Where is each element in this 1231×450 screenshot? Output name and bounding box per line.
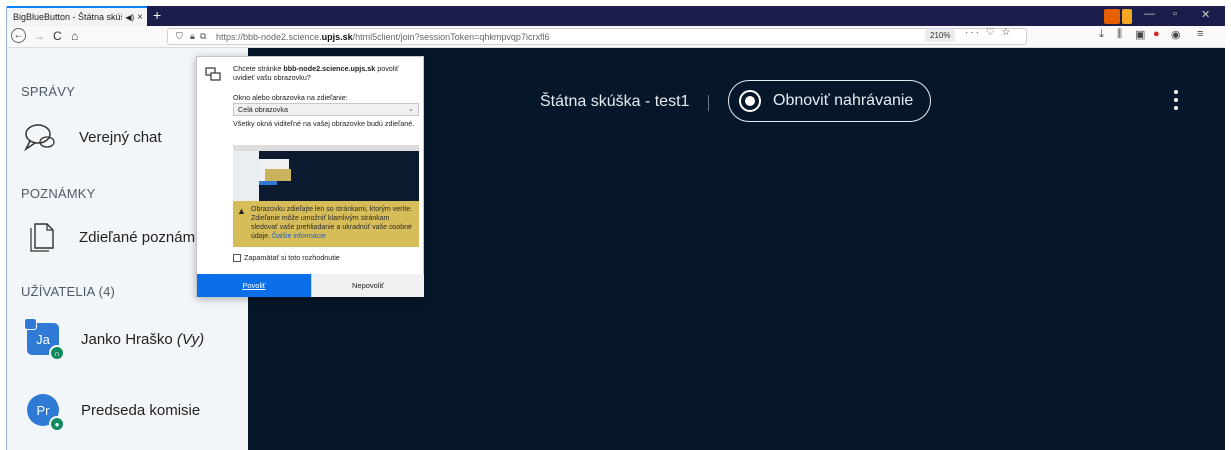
browser-window: BigBlueButton - Štátna skúška ◀) × + — ▫…: [6, 6, 1225, 450]
screen-preview: [233, 145, 419, 201]
back-icon[interactable]: ←: [11, 28, 26, 43]
home-icon[interactable]: ⌂: [71, 28, 78, 44]
screen-share-icon: [205, 67, 221, 81]
minimize-icon[interactable]: —: [1144, 8, 1155, 20]
shared-notes-label: Zdieľané poznámky: [79, 228, 211, 246]
permission-question: Chcete stránke bbb-node2.science.upjs.sk…: [233, 64, 399, 82]
sidebar-icon[interactable]: ▣: [1135, 28, 1145, 41]
url-domain: upjs.sk: [321, 31, 353, 42]
lock-icon[interactable]: 🔒︎: [190, 31, 195, 42]
new-tab-button[interactable]: +: [153, 7, 161, 23]
close-icon[interactable]: ×: [137, 12, 147, 23]
share-source-label: Okno alebo obrazovka na zdieľanie:: [233, 93, 348, 102]
share-source-value: Celá obrazovka: [238, 105, 288, 114]
library-icon[interactable]: ⫼: [1117, 28, 1122, 41]
record-icon: [739, 90, 761, 112]
user-name: Janko Hraško (Vy): [81, 330, 205, 348]
public-chat-item[interactable]: Verejný chat: [21, 122, 162, 152]
presenter-icon: [24, 318, 37, 330]
browser-tab[interactable]: BigBlueButton - Štátna skúška ◀) ×: [7, 6, 147, 26]
tab-title: BigBlueButton - Štátna skúška: [13, 12, 122, 22]
reload-icon[interactable]: C: [53, 28, 62, 44]
remember-label: Zapamätať si toto rozhodnutie: [244, 253, 340, 262]
record-button[interactable]: Obnoviť nahrávanie: [728, 80, 931, 122]
screen-share-permission-popup: Chcete stránke bbb-node2.science.upjs.sk…: [196, 56, 424, 297]
menu-icon[interactable]: ≡: [1197, 28, 1203, 40]
url-bar[interactable]: ⛉ 🔒︎ ⧉ https://bbb-node2.science. upjs.sk…: [167, 28, 1027, 45]
user-self-label: (Vy): [176, 330, 205, 348]
speaker-icon[interactable]: ◀): [125, 13, 134, 22]
nav-bar: ← → C ⌂ ⛉ 🔒︎ ⧉ https://bbb-node2.science…: [7, 26, 1225, 48]
learn-more-link[interactable]: Ďalšie informácie: [272, 233, 326, 240]
remember-checkbox[interactable]: [233, 253, 241, 262]
remember-decision[interactable]: Zapamätať si toto rozhodnutie: [233, 253, 340, 262]
warning-icon: ▲: [237, 206, 246, 216]
notes-icon: [30, 223, 54, 252]
url-suffix: /html5client/join?sessionToken=qhkmpvqp7…: [352, 31, 550, 42]
adblock-icon[interactable]: ●: [1153, 28, 1160, 40]
public-chat-label: Verejný chat: [79, 128, 162, 146]
microphone-icon: ●: [49, 416, 65, 432]
meeting-title: Štátna skúška - test1: [540, 93, 690, 110]
headphones-icon: ∩: [49, 345, 65, 361]
deny-button[interactable]: Nepovoliť: [311, 274, 424, 297]
url-prefix: https://bbb-node2.science.: [216, 31, 322, 42]
avatar-initials: Pr: [36, 402, 50, 418]
zoom-indicator[interactable]: 210%: [925, 29, 956, 42]
shared-notes-item[interactable]: Zdieľané poznámky: [21, 222, 210, 252]
maximize-icon[interactable]: ▫: [1173, 8, 1177, 20]
forward-icon[interactable]: →: [33, 28, 45, 44]
warning-box: ▲ Obrazovku zdieľajte len so stránkami, …: [233, 201, 419, 247]
user-item[interactable]: Pr ● Predseda komisie: [27, 394, 201, 432]
messages-title: SPRÁVY: [21, 84, 75, 99]
options-menu-icon[interactable]: [1173, 90, 1179, 110]
tracking-shield-icon[interactable]: ⛉: [176, 31, 183, 42]
extension-icon[interactable]: [1122, 9, 1132, 24]
account-icon[interactable]: ◉: [1171, 28, 1181, 41]
avatar-initials: Ja: [36, 331, 50, 347]
users-title: UŽÍVATELIA (4): [21, 284, 116, 299]
chevron-down-icon: ⌄: [408, 106, 414, 113]
user-name: Predseda komisie: [81, 401, 201, 419]
user-item[interactable]: Ja ∩ Janko Hraško (Vy): [24, 318, 205, 361]
divider: [708, 95, 709, 111]
page-actions-icon[interactable]: ··· ♡ ☆: [965, 27, 1012, 38]
tab-bar: BigBlueButton - Štátna skúška ◀) × + — ▫…: [7, 6, 1225, 26]
requesting-site: bbb-node2.science.upjs.sk: [283, 64, 376, 73]
downloads-icon[interactable]: ⤓: [1099, 28, 1104, 41]
chat-icon: [24, 124, 55, 152]
window-close-icon[interactable]: ✕: [1201, 8, 1210, 21]
avatar: Ja ∩: [24, 318, 65, 361]
avatar: Pr ●: [27, 394, 65, 432]
record-label: Obnoviť nahrávanie: [773, 92, 914, 109]
share-source-select[interactable]: Celá obrazovka ⌄: [233, 103, 419, 116]
notes-title: POZNÁMKY: [21, 186, 96, 201]
allow-button[interactable]: Povoliť: [197, 274, 311, 297]
firefox-icon[interactable]: [1104, 9, 1120, 24]
share-note: Všetky okná viditeľné na vašej obrazovke…: [233, 119, 415, 128]
screen-share-indicator-icon[interactable]: ⧉: [200, 31, 206, 42]
